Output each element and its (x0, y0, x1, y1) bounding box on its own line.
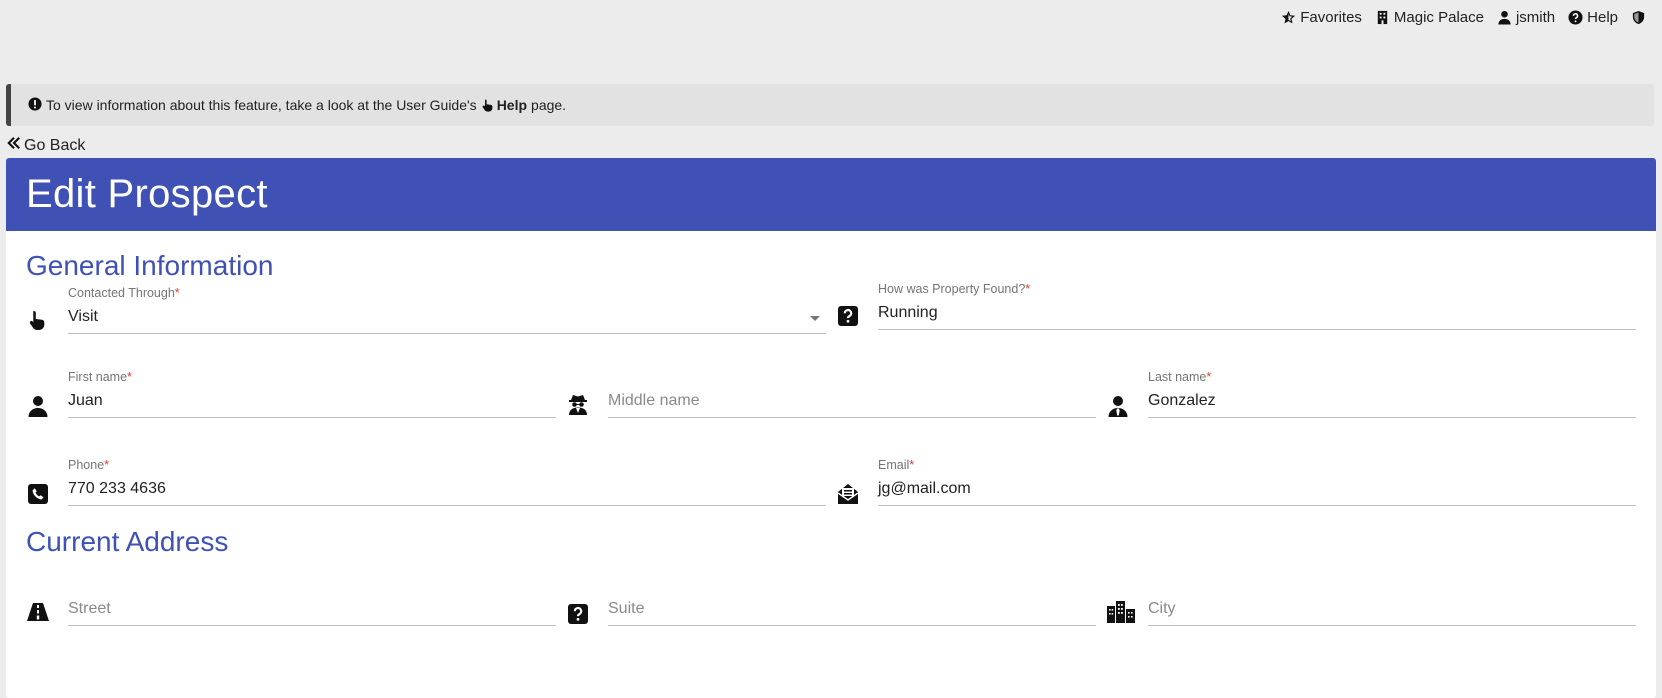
section-title-address: Current Address (26, 526, 229, 557)
notice-text: To view information about this feature, … (46, 97, 477, 113)
question-circle-icon (1568, 10, 1583, 25)
suite-placeholder: Suite (608, 600, 645, 617)
go-back-label: Go Back (24, 136, 86, 154)
info-icon (28, 96, 46, 114)
user-menu[interactable]: jsmith (1497, 9, 1555, 26)
middle-name-field: Middle name (566, 370, 1096, 418)
last-name-field: Last name* Gonzalez (1106, 370, 1636, 418)
first-name-field: First name* Juan (26, 370, 556, 418)
notice-text-end: page. (531, 97, 567, 113)
card-header: Edit Prospect (6, 158, 1656, 231)
property-found-label: How was Property Found?* (878, 282, 1031, 296)
street-placeholder: Street (68, 600, 111, 617)
property-label: Magic Palace (1393, 9, 1484, 26)
contacted-through-value: Visit (68, 308, 98, 325)
phone-label: Phone* (68, 458, 110, 472)
phone-field: Phone* 770 233 4636 (26, 458, 826, 506)
pointing-hand-icon (26, 308, 50, 332)
favorites-link[interactable]: Favorites (1281, 9, 1362, 26)
building-icon (1375, 10, 1390, 25)
user-secret-icon (566, 392, 590, 416)
edit-prospect-card: Edit Prospect General Information Contac… (6, 158, 1656, 698)
section-title-general: General Information (26, 250, 274, 281)
privacy-shield-button[interactable] (1631, 10, 1646, 25)
suite-input[interactable]: Suite (608, 578, 1096, 626)
user-tie-icon (1106, 394, 1130, 418)
help-link[interactable]: Help (1568, 9, 1618, 26)
contacted-through-select[interactable]: Contacted Through* Visit (68, 286, 826, 334)
property-found-value: Running (878, 304, 938, 321)
dropdown-caret-icon (810, 316, 820, 321)
shield-icon (1631, 10, 1646, 25)
first-name-value: Juan (68, 392, 103, 409)
help-link-inline[interactable]: Help (497, 97, 527, 113)
contacted-through-field: Contacted Through* Visit (26, 286, 826, 334)
city-placeholder: City (1148, 600, 1176, 617)
help-notice: To view information about this feature, … (6, 84, 1654, 126)
contacted-through-label: Contacted Through* (68, 286, 180, 300)
suite-field: Suite (566, 578, 1096, 626)
property-found-field: How was Property Found?* Running (836, 282, 1636, 330)
property-link[interactable]: Magic Palace (1375, 9, 1484, 26)
phone-value: 770 233 4636 (68, 480, 166, 497)
road-icon (26, 600, 50, 624)
help-label: Help (1587, 9, 1618, 26)
email-field: Email* jg@mail.com (836, 458, 1636, 506)
street-input[interactable]: Street (68, 578, 556, 626)
city-input[interactable]: City (1148, 578, 1636, 626)
last-name-label: Last name* (1148, 370, 1212, 384)
last-name-input[interactable]: Last name* Gonzalez (1148, 370, 1636, 418)
middle-name-placeholder: Middle name (608, 392, 700, 409)
page-title: Edit Prospect (26, 172, 268, 216)
city-icon (1106, 600, 1136, 624)
user-icon (1497, 10, 1512, 25)
last-name-value: Gonzalez (1148, 392, 1216, 409)
street-field: Street (26, 578, 556, 626)
question-square-icon (836, 304, 860, 328)
envelope-open-icon (836, 482, 860, 506)
question-square-icon (566, 602, 590, 626)
first-name-input[interactable]: First name* Juan (68, 370, 556, 418)
email-input[interactable]: Email* jg@mail.com (878, 458, 1636, 506)
middle-name-input[interactable]: Middle name (608, 370, 1096, 418)
city-field: City (1106, 578, 1636, 626)
email-value: jg@mail.com (878, 480, 971, 497)
first-name-label: First name* (68, 370, 132, 384)
user-icon (26, 394, 50, 418)
star-icon (1281, 10, 1296, 25)
favorites-label: Favorites (1300, 9, 1362, 26)
go-back-link[interactable]: Go Back (7, 136, 85, 155)
double-chevron-left-icon (7, 136, 21, 155)
phone-square-icon (26, 482, 50, 506)
pointing-hand-icon (481, 98, 495, 112)
property-found-input[interactable]: How was Property Found?* Running (878, 282, 1636, 330)
user-label: jsmith (1515, 9, 1556, 26)
top-nav: Favorites Magic Palace jsmith Help (1281, 9, 1646, 26)
phone-input[interactable]: Phone* 770 233 4636 (68, 458, 826, 506)
email-label: Email* (878, 458, 915, 472)
